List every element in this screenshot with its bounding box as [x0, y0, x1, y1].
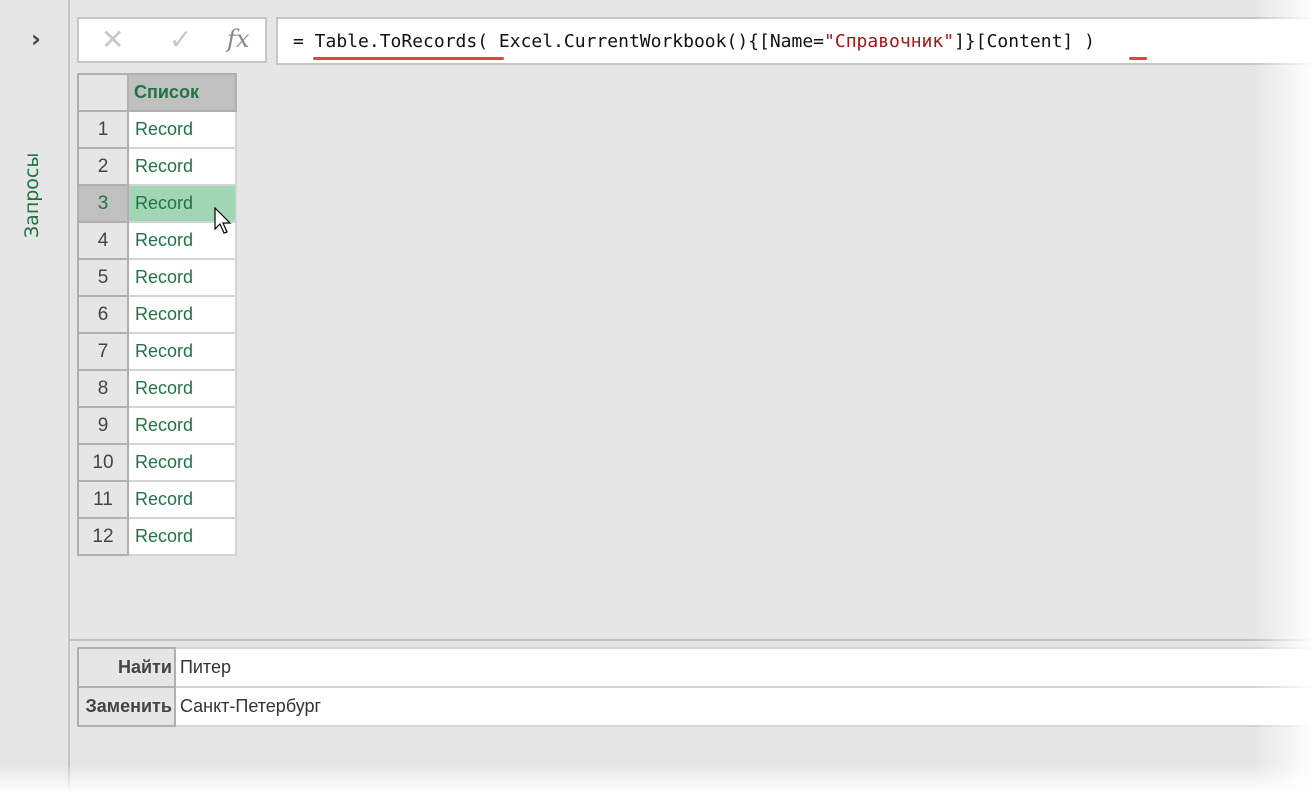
- fx-icon[interactable]: fx: [227, 25, 249, 53]
- record-cell[interactable]: Record: [127, 443, 237, 482]
- row-number[interactable]: 8: [77, 369, 129, 408]
- find-value[interactable]: Питер: [173, 647, 1314, 688]
- find-row: Найти Питер: [77, 647, 1314, 688]
- row-number[interactable]: 2: [77, 147, 129, 186]
- queries-label[interactable]: Запросы: [21, 153, 43, 238]
- cancel-icon[interactable]: ✕: [101, 23, 124, 56]
- record-cell[interactable]: Record: [127, 517, 237, 556]
- row-number[interactable]: 3: [77, 184, 129, 223]
- row-number[interactable]: 1: [77, 110, 129, 149]
- row-number[interactable]: 10: [77, 443, 129, 482]
- record-cell[interactable]: Record: [127, 258, 237, 297]
- row-number[interactable]: 6: [77, 295, 129, 334]
- table-row[interactable]: 4 Record: [77, 221, 237, 260]
- row-number[interactable]: 5: [77, 258, 129, 297]
- record-cell[interactable]: Record: [127, 480, 237, 519]
- record-cell[interactable]: Record: [127, 406, 237, 445]
- table-row[interactable]: 12 Record: [77, 517, 237, 556]
- table-row[interactable]: 7 Record: [77, 332, 237, 371]
- replace-value[interactable]: Санкт-Петербург: [173, 686, 1314, 727]
- replace-row: Заменить Санкт-Петербург: [77, 686, 1314, 727]
- record-cell[interactable]: Record: [127, 110, 237, 149]
- formula-prefix: = Table.ToRecords( Excel.CurrentWorkbook…: [293, 31, 825, 52]
- grid-corner[interactable]: [77, 73, 129, 112]
- find-replace-table: Найти Питер Заменить Санкт-Петербург: [77, 647, 1314, 727]
- row-number[interactable]: 9: [77, 406, 129, 445]
- record-cell[interactable]: Record: [127, 369, 237, 408]
- table-row[interactable]: 1 Record: [77, 110, 237, 149]
- formula-string: "Справочник": [824, 31, 955, 52]
- table-row[interactable]: 5 Record: [77, 258, 237, 297]
- queries-sidebar: › Запросы: [0, 0, 70, 794]
- data-grid: Список 1 Record 2 Record 3 Record 4 Record 5 Reco…: [77, 73, 237, 556]
- replace-label: Заменить: [77, 686, 176, 727]
- table-row[interactable]: 6 Record: [77, 295, 237, 334]
- column-header[interactable]: Список: [127, 73, 237, 112]
- underline-annotation: [313, 57, 504, 60]
- edge-fade: [0, 764, 1314, 794]
- find-label: Найти: [77, 647, 176, 688]
- record-cell[interactable]: Record: [127, 147, 237, 186]
- pane-divider[interactable]: [70, 639, 1314, 641]
- table-row[interactable]: 11 Record: [77, 480, 237, 519]
- table-row[interactable]: 10 Record: [77, 443, 237, 482]
- row-number[interactable]: 4: [77, 221, 129, 260]
- underline-annotation: [1129, 57, 1147, 60]
- record-cell[interactable]: Record: [127, 295, 237, 334]
- formula-buttons: ✕ ✓ fx: [77, 17, 267, 63]
- mouse-cursor-icon: [214, 207, 232, 234]
- check-icon[interactable]: ✓: [169, 23, 192, 56]
- row-number[interactable]: 7: [77, 332, 129, 371]
- table-row[interactable]: 2 Record: [77, 147, 237, 186]
- formula-suffix: ]}[Content] ): [954, 31, 1095, 52]
- record-cell[interactable]: Record: [127, 332, 237, 371]
- table-row[interactable]: 9 Record: [77, 406, 237, 445]
- row-number[interactable]: 12: [77, 517, 129, 556]
- table-row[interactable]: 8 Record: [77, 369, 237, 408]
- table-row[interactable]: 3 Record: [77, 184, 237, 223]
- row-number[interactable]: 11: [77, 480, 129, 519]
- chevron-right-icon[interactable]: ›: [24, 26, 48, 52]
